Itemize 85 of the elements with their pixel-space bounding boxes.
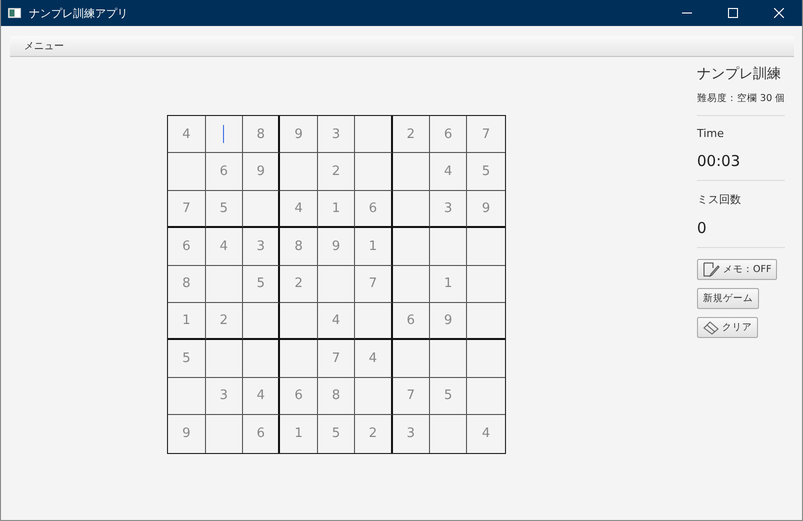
sudoku-cell[interactable]: 2 bbox=[392, 116, 430, 154]
sudoku-cell[interactable]: 8 bbox=[243, 116, 280, 154]
sudoku-cell[interactable]: 3 bbox=[430, 190, 468, 228]
text-caret bbox=[223, 125, 224, 144]
menu-item[interactable]: メニュー bbox=[10, 39, 78, 53]
sudoku-cell[interactable]: 5 bbox=[243, 266, 280, 303]
sudoku-cell[interactable] bbox=[355, 153, 393, 191]
sudoku-cell[interactable] bbox=[318, 266, 356, 303]
sudoku-cell[interactable]: 9 bbox=[280, 116, 318, 154]
sudoku-cell[interactable]: 9 bbox=[318, 228, 356, 266]
sudoku-cell[interactable] bbox=[467, 378, 505, 416]
sudoku-cell[interactable]: 1 bbox=[355, 228, 393, 266]
sudoku-cell[interactable] bbox=[280, 302, 318, 340]
panel-title: ナンプレ訓練 bbox=[697, 65, 782, 83]
sudoku-cell[interactable]: 1 bbox=[430, 266, 468, 303]
sudoku-cell[interactable]: 7 bbox=[318, 340, 356, 378]
sudoku-cell[interactable]: 1 bbox=[318, 190, 356, 228]
sudoku-cell[interactable]: 3 bbox=[243, 228, 280, 266]
sudoku-cell[interactable] bbox=[206, 116, 244, 154]
sudoku-cell[interactable] bbox=[392, 153, 430, 191]
sudoku-cell[interactable]: 5 bbox=[168, 340, 206, 378]
sudoku-cell[interactable]: 4 bbox=[280, 190, 318, 228]
sudoku-cell[interactable] bbox=[467, 266, 505, 303]
sudoku-cell[interactable]: 3 bbox=[206, 378, 244, 416]
eraser-icon bbox=[703, 320, 719, 334]
close-icon bbox=[774, 8, 784, 18]
miss-count-label: ミス回数 bbox=[697, 192, 742, 207]
sudoku-cell[interactable] bbox=[430, 228, 468, 266]
sudoku-cell[interactable]: 4 bbox=[318, 302, 356, 340]
sudoku-cell[interactable]: 8 bbox=[318, 378, 356, 416]
sudoku-cell[interactable] bbox=[206, 415, 244, 453]
memo-toggle-button[interactable]: メモ：OFF bbox=[697, 259, 778, 280]
miss-count-value: 0 bbox=[697, 219, 708, 237]
sudoku-cell[interactable]: 2 bbox=[318, 153, 356, 191]
sudoku-cell[interactable] bbox=[392, 340, 430, 378]
sudoku-cell[interactable]: 6 bbox=[280, 378, 318, 416]
sudoku-cell[interactable]: 6 bbox=[392, 302, 430, 340]
app-icon bbox=[8, 8, 21, 18]
sudoku-cell[interactable]: 9 bbox=[430, 302, 468, 340]
maximize-icon bbox=[728, 8, 738, 18]
sudoku-cell[interactable]: 3 bbox=[392, 415, 430, 453]
sudoku-cell[interactable] bbox=[392, 190, 430, 228]
sudoku-cell[interactable]: 7 bbox=[392, 378, 430, 416]
sudoku-cell[interactable]: 3 bbox=[318, 116, 356, 154]
sudoku-cell[interactable] bbox=[280, 153, 318, 191]
sudoku-cell[interactable] bbox=[168, 378, 206, 416]
sudoku-cell[interactable] bbox=[392, 228, 430, 266]
sudoku-cell[interactable] bbox=[355, 378, 393, 416]
sudoku-cell[interactable]: 6 bbox=[168, 228, 206, 266]
sudoku-cell[interactable]: 4 bbox=[355, 340, 393, 378]
sudoku-cell[interactable]: 8 bbox=[168, 266, 206, 303]
window-title: ナンプレ訓練アプリ bbox=[29, 6, 129, 20]
sudoku-cell[interactable]: 7 bbox=[168, 190, 206, 228]
sudoku-cell[interactable]: 8 bbox=[280, 228, 318, 266]
difficulty-label: 難易度：空欄 30 個 bbox=[697, 92, 786, 105]
sudoku-cell[interactable] bbox=[206, 266, 244, 303]
sudoku-cell[interactable]: 2 bbox=[206, 302, 244, 340]
sudoku-cell[interactable] bbox=[355, 302, 393, 340]
sudoku-cell[interactable]: 4 bbox=[168, 116, 206, 154]
sudoku-cell[interactable] bbox=[243, 302, 280, 340]
sudoku-cell[interactable]: 4 bbox=[430, 153, 468, 191]
sudoku-cell[interactable]: 5 bbox=[206, 190, 244, 228]
sudoku-cell[interactable]: 6 bbox=[206, 153, 244, 191]
sudoku-cell[interactable]: 6 bbox=[430, 116, 468, 154]
clear-button[interactable]: クリア bbox=[697, 317, 758, 338]
sudoku-cell[interactable] bbox=[355, 116, 393, 154]
sudoku-cell[interactable]: 4 bbox=[243, 378, 280, 416]
sudoku-cell[interactable]: 9 bbox=[243, 153, 280, 191]
sudoku-cell[interactable]: 2 bbox=[280, 266, 318, 303]
time-label: Time bbox=[697, 127, 725, 140]
sudoku-cell[interactable] bbox=[280, 340, 318, 378]
sudoku-cell[interactable] bbox=[430, 340, 468, 378]
time-value: 00:03 bbox=[697, 152, 742, 170]
new-game-button[interactable]: 新規ゲーム bbox=[697, 288, 759, 309]
sudoku-cell[interactable] bbox=[243, 190, 280, 228]
sudoku-cell[interactable]: 7 bbox=[355, 266, 393, 303]
sudoku-cell[interactable] bbox=[392, 266, 430, 303]
pencil-note-icon bbox=[703, 262, 720, 277]
sudoku-cell[interactable] bbox=[168, 153, 206, 191]
sudoku-cell[interactable]: 4 bbox=[206, 228, 244, 266]
sudoku-cell[interactable]: 6 bbox=[355, 190, 393, 228]
sudoku-cell[interactable] bbox=[243, 340, 280, 378]
sudoku-cell[interactable]: 1 bbox=[168, 302, 206, 340]
sudoku-cell[interactable] bbox=[206, 340, 244, 378]
sudoku-cell[interactable]: 5 bbox=[430, 378, 468, 416]
